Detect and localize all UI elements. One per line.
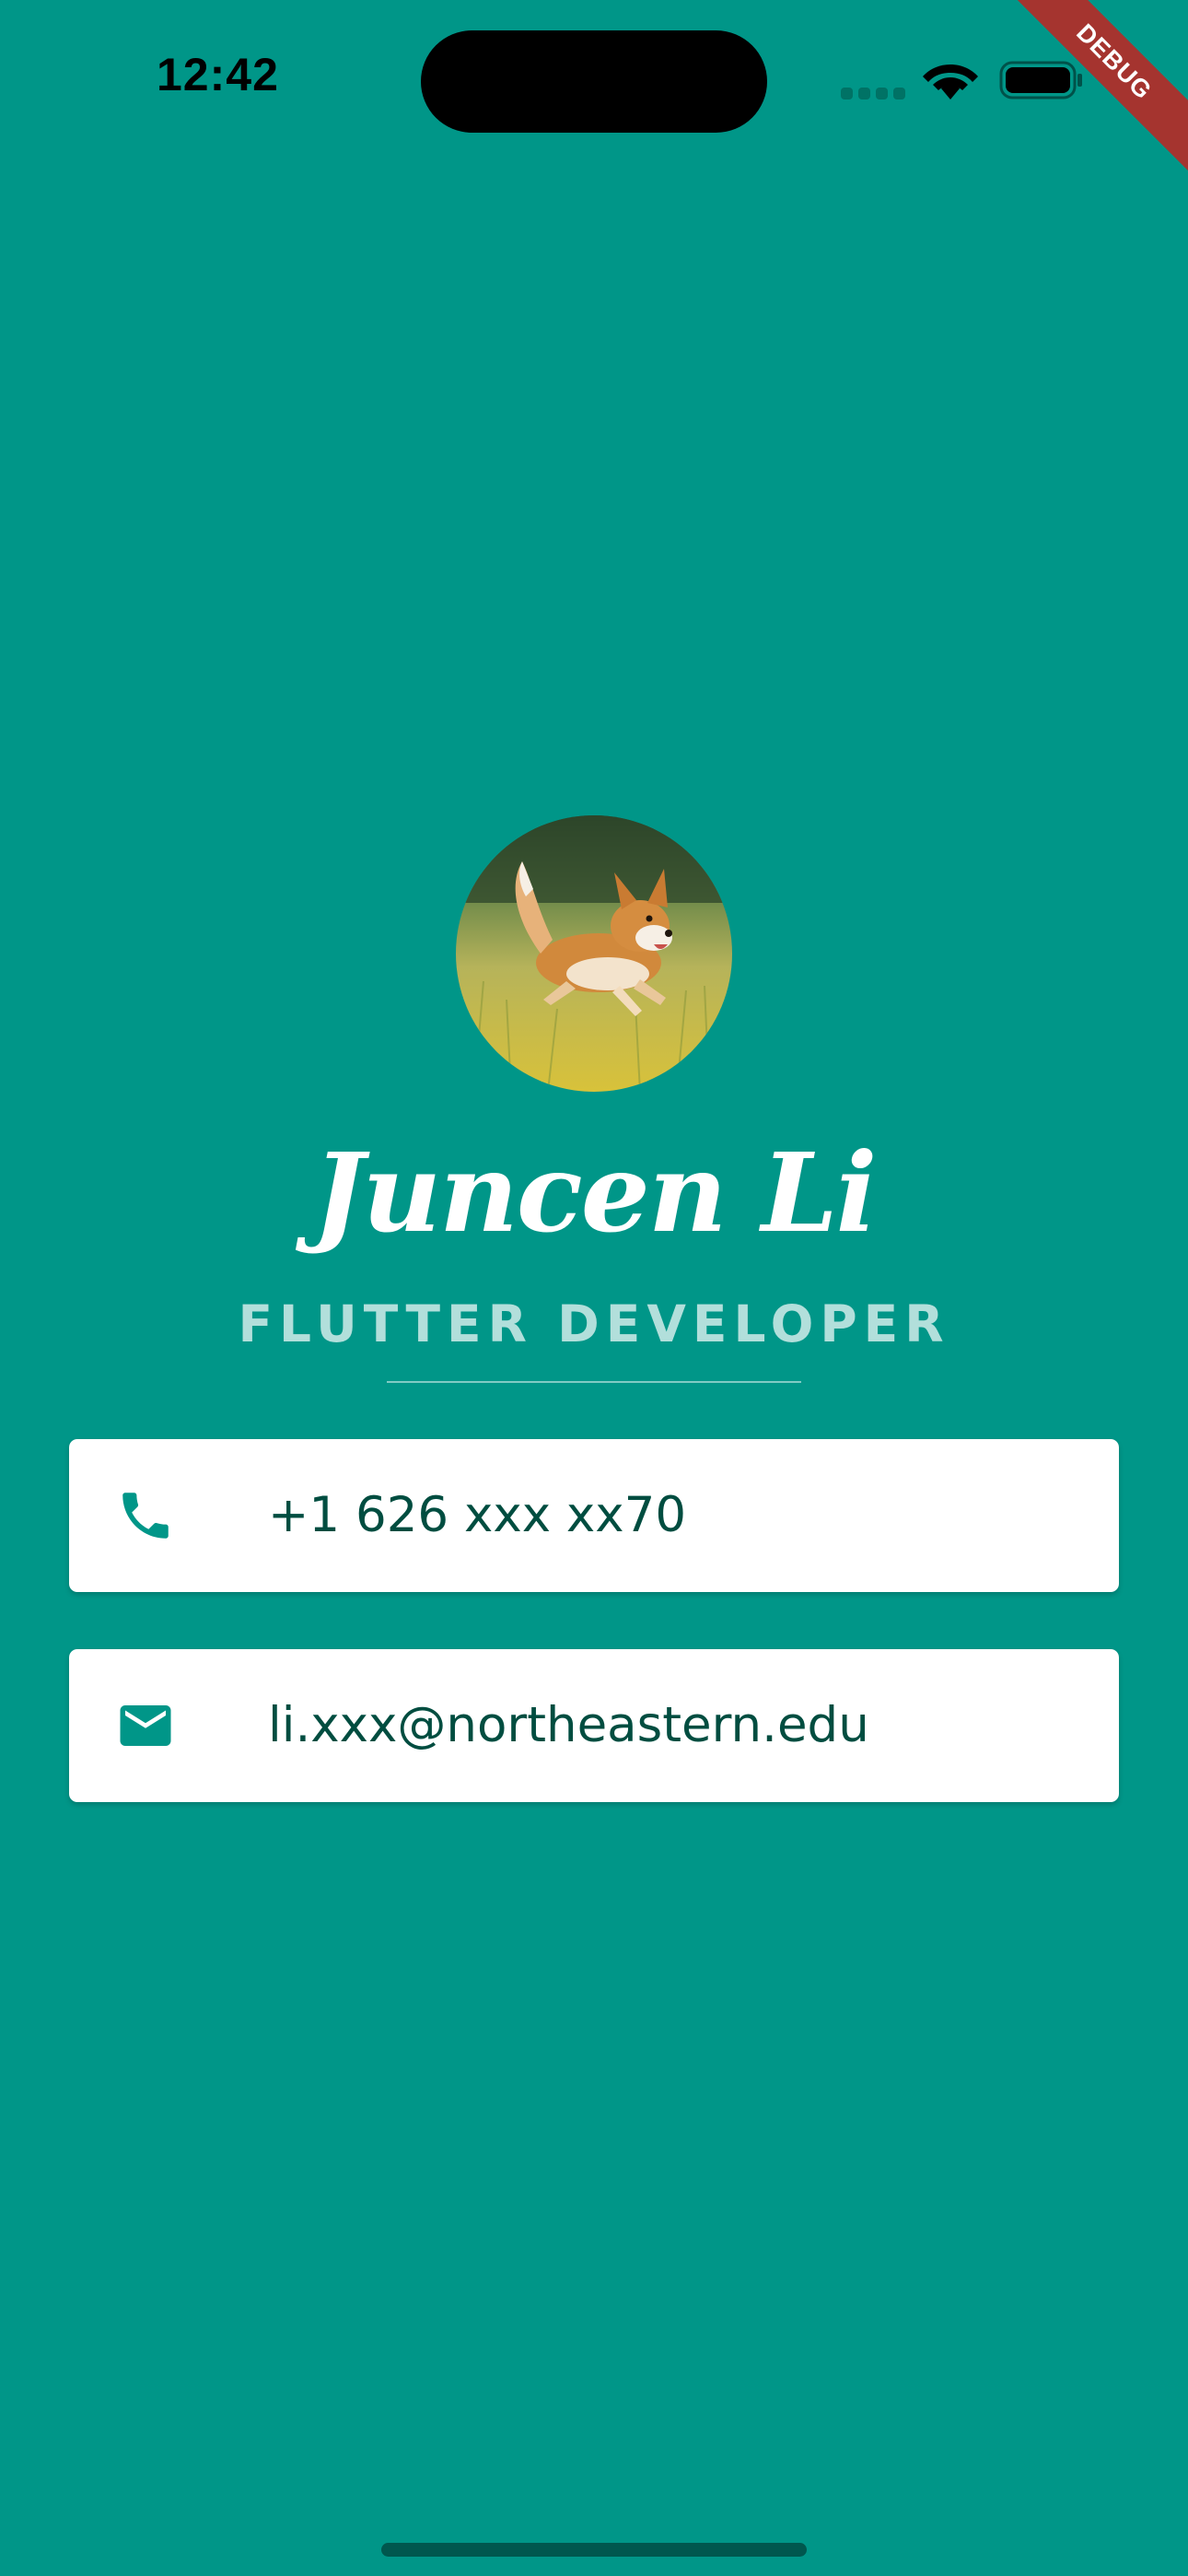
divider — [387, 1381, 801, 1383]
corgi-photo — [456, 815, 732, 1092]
profile-title: FLUTTER DEVELOPER — [238, 1294, 950, 1353]
dynamic-island — [421, 30, 767, 133]
avatar — [456, 815, 732, 1092]
email-card[interactable]: li.xxx@northeastern.edu — [69, 1649, 1119, 1802]
cellular-icon — [841, 88, 905, 100]
profile-name: Juncen Li — [312, 1129, 877, 1257]
mail-icon — [120, 1705, 171, 1746]
email-address: li.xxx@northeastern.edu — [268, 1697, 869, 1753]
wifi-icon — [923, 64, 978, 100]
debug-banner-corner: DEBUG — [1013, 0, 1188, 175]
phone-icon — [122, 1493, 169, 1539]
phone-card[interactable]: +1 626 xxx xx70 — [69, 1439, 1119, 1592]
status-bar-time: 12:42 — [157, 49, 279, 100]
phone-number: +1 626 xxx xx70 — [268, 1487, 687, 1543]
debug-banner: DEBUG — [1013, 0, 1188, 175]
home-indicator[interactable] — [381, 2543, 807, 2557]
